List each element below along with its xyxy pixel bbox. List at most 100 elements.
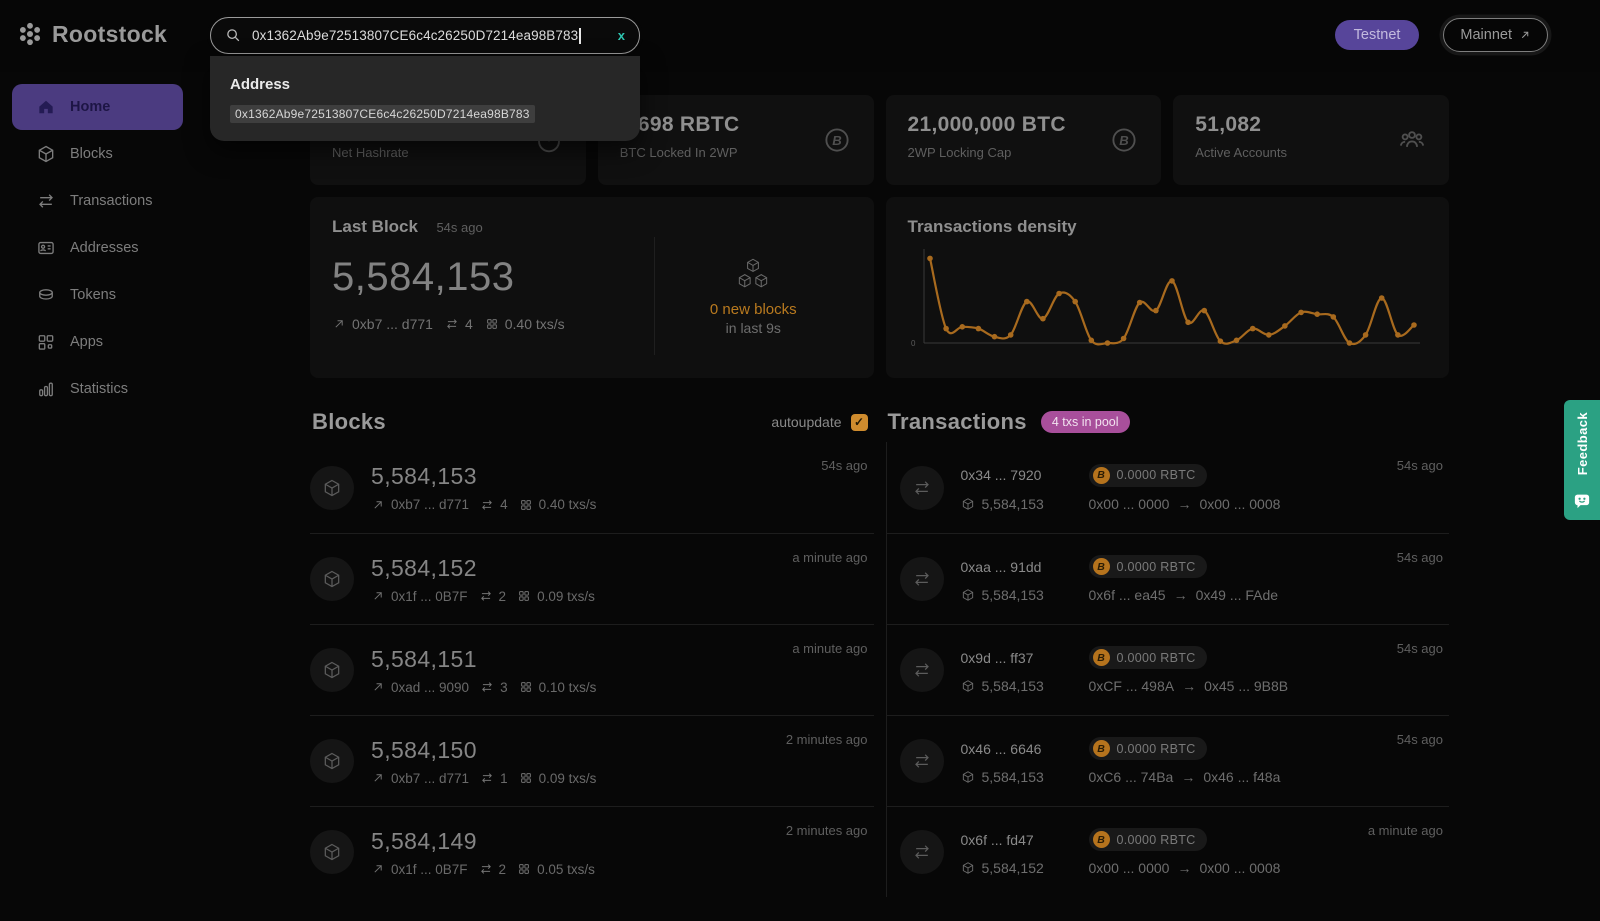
block-age: a minute ago <box>792 550 867 565</box>
miner-hash[interactable]: 0xb7 ... d771 <box>391 771 469 786</box>
stat-label: Net Hashrate <box>332 145 564 160</box>
block-age: a minute ago <box>792 641 867 656</box>
tx-route: 0x6f ... ea45 → 0x49 ... FAde <box>1089 587 1279 603</box>
tx-to-link[interactable]: 0x49 ... FAde <box>1196 587 1279 603</box>
tx-rate-value: 0.40 txs/s <box>505 316 565 332</box>
feedback-button[interactable]: Feedback <box>1564 400 1600 520</box>
sidebar-item-addresses[interactable]: Addresses <box>0 224 195 271</box>
search-suggestions-dropdown: Address 0x1362Ab9e72513807CE6c4c26250D72… <box>210 56 640 141</box>
overview-row: Last Block 54s ago 5,584,153 0xb7 ... d7… <box>310 197 1449 378</box>
tx-from-link[interactable]: 0x00 ... 0000 <box>1089 496 1170 512</box>
last-block-panel: Last Block 54s ago 5,584,153 0xb7 ... d7… <box>310 197 874 378</box>
transaction-row[interactable]: 0x34 ... 7920 B0.0000 RBTC 5,584,153 0x0… <box>887 442 1450 533</box>
block-number-link[interactable]: 5,584,150 <box>371 737 596 764</box>
top-bar: Rootstock 0x1362Ab9e72513807CE6c4c26250D… <box>0 0 1600 72</box>
search-input[interactable]: 0x1362Ab9e72513807CE6c4c26250D7214ea98B7… <box>210 17 640 54</box>
tx-hash-link[interactable]: 0x46 ... 6646 <box>961 741 1089 757</box>
to-arrow: → <box>1177 496 1191 512</box>
transaction-row[interactable]: 0x6f ... fd47 B0.0000 RBTC 5,584,152 0x0… <box>887 806 1450 897</box>
sidebar-item-label: Tokens <box>70 287 116 303</box>
sidebar-item-home[interactable]: Home <box>12 84 183 130</box>
tx-to-link[interactable]: 0x45 ... 9B8B <box>1204 678 1288 694</box>
tx-block-link[interactable]: 5,584,152 <box>961 860 1089 876</box>
clear-search-button[interactable]: x <box>608 28 625 43</box>
grid-icon <box>517 862 531 876</box>
tx-amount-badge: B0.0000 RBTC <box>1089 555 1207 578</box>
block-row[interactable]: 5,584,153 0xb7 ... d771 4 0.40 txs/s 54s… <box>310 442 874 533</box>
network-switcher: Testnet Mainnet <box>1335 18 1548 52</box>
block-number-link[interactable]: 5,584,153 <box>371 463 596 490</box>
cube-icon <box>961 770 975 784</box>
block-row[interactable]: 5,584,152 0x1f ... 0B7F 2 0.09 txs/s a m… <box>310 533 874 624</box>
rootstock-logo[interactable]: Rootstock <box>16 20 167 48</box>
miner-hash[interactable]: 0xad ... 9090 <box>391 680 469 695</box>
tx-block-link[interactable]: 5,584,153 <box>961 678 1089 694</box>
swap-icon <box>912 842 932 862</box>
tx-to-link[interactable]: 0x00 ... 0008 <box>1199 496 1280 512</box>
swap-icon <box>445 317 459 331</box>
testnet-button[interactable]: Testnet <box>1335 20 1420 50</box>
block-row[interactable]: 5,584,149 0x1f ... 0B7F 2 0.05 txs/s 2 m… <box>310 806 874 897</box>
miner-arrow-icon <box>371 862 385 876</box>
block-row[interactable]: 5,584,150 0xb7 ... d771 1 0.09 txs/s 2 m… <box>310 715 874 806</box>
transactions-list: Transactions 4 txs in pool 0x34 ... 7920… <box>886 402 1450 897</box>
suggestion-category-label: Address <box>230 76 620 93</box>
tx-amount-badge: B0.0000 RBTC <box>1089 828 1207 851</box>
miner-hash[interactable]: 0xb7 ... d771 <box>391 497 469 512</box>
rootstock-flower-icon <box>16 20 44 48</box>
swap-icon <box>912 751 932 771</box>
mainnet-button[interactable]: Mainnet <box>1443 18 1548 52</box>
tx-age: 54s ago <box>1397 550 1443 565</box>
swap-icon <box>912 478 932 498</box>
tx-from-link[interactable]: 0xC6 ... 74Ba <box>1089 769 1174 785</box>
swap-icon <box>480 680 494 694</box>
tx-from-link[interactable]: 0x00 ... 0000 <box>1089 860 1170 876</box>
tx-count-value: 3 <box>500 680 508 695</box>
sidebar-item-apps[interactable]: Apps <box>0 318 195 365</box>
brand-name: Rootstock <box>52 21 167 48</box>
block-age: 2 minutes ago <box>786 732 868 747</box>
tx-hash-link[interactable]: 0xaa ... 91dd <box>961 559 1089 575</box>
grid-icon <box>519 498 533 512</box>
miner-hash[interactable]: 0x1f ... 0B7F <box>391 589 468 604</box>
suggestion-address-item[interactable]: 0x1362Ab9e72513807CE6c4c26250D7214ea98B7… <box>230 105 535 123</box>
sidebar-item-blocks[interactable]: Blocks <box>0 130 195 177</box>
transaction-row[interactable]: 0x46 ... 6646 B0.0000 RBTC 5,584,153 0xC… <box>887 715 1450 806</box>
tx-amount: 0.0000 RBTC <box>1117 560 1196 574</box>
transaction-row[interactable]: 0xaa ... 91dd B0.0000 RBTC 5,584,153 0x6… <box>887 533 1450 624</box>
transaction-row[interactable]: 0x9d ... ff37 B0.0000 RBTC 5,584,153 0xC… <box>887 624 1450 715</box>
tx-from-link[interactable]: 0xCF ... 498A <box>1089 678 1175 694</box>
to-arrow: → <box>1174 587 1188 603</box>
tx-hash-link[interactable]: 0x9d ... ff37 <box>961 650 1089 666</box>
tx-from-link[interactable]: 0x6f ... ea45 <box>1089 587 1166 603</box>
last-block-title: Last Block <box>332 217 418 236</box>
last-block-number[interactable]: 5,584,153 <box>332 255 654 300</box>
main-content: 75 MHs Net Hashrate 5,698 RBTC BTC Locke… <box>310 95 1449 897</box>
block-row[interactable]: 5,584,151 0xad ... 9090 3 0.10 txs/s a m… <box>310 624 874 715</box>
autoupdate-control: autoupdate ✓ <box>771 414 867 431</box>
cube-icon <box>322 842 342 862</box>
tx-to-link[interactable]: 0x46 ... f48a <box>1203 769 1280 785</box>
tx-block-link[interactable]: 5,584,153 <box>961 587 1089 603</box>
bar-chart-icon <box>36 379 56 399</box>
cubes-stack-icon <box>735 257 771 293</box>
sidebar-item-transactions[interactable]: Transactions <box>0 177 195 224</box>
block-number-link[interactable]: 5,584,149 <box>371 828 595 855</box>
block-miner[interactable]: 0xb7 ... d771 <box>332 316 433 332</box>
block-number-link[interactable]: 5,584,151 <box>371 646 596 673</box>
block-number-link[interactable]: 5,584,152 <box>371 555 595 582</box>
tx-hash-link[interactable]: 0x6f ... fd47 <box>961 832 1089 848</box>
people-icon <box>1397 125 1427 155</box>
tx-block-link[interactable]: 5,584,153 <box>961 769 1089 785</box>
tx-age: 54s ago <box>1397 641 1443 656</box>
tx-to-link[interactable]: 0x00 ... 0008 <box>1199 860 1280 876</box>
sidebar-item-statistics[interactable]: Statistics <box>0 365 195 412</box>
miner-hash[interactable]: 0x1f ... 0B7F <box>391 862 468 877</box>
tx-block-link[interactable]: 5,584,153 <box>961 496 1089 512</box>
autoupdate-checkbox[interactable]: ✓ <box>851 414 868 431</box>
tx-hash-link[interactable]: 0x34 ... 7920 <box>961 467 1089 483</box>
svg-text:0: 0 <box>911 339 916 348</box>
lists-row: Blocks autoupdate ✓ 5,584,153 0xb7 ... d… <box>310 402 1449 897</box>
tx-rate-value: 0.09 txs/s <box>537 589 595 604</box>
sidebar-item-tokens[interactable]: Tokens <box>0 271 195 318</box>
